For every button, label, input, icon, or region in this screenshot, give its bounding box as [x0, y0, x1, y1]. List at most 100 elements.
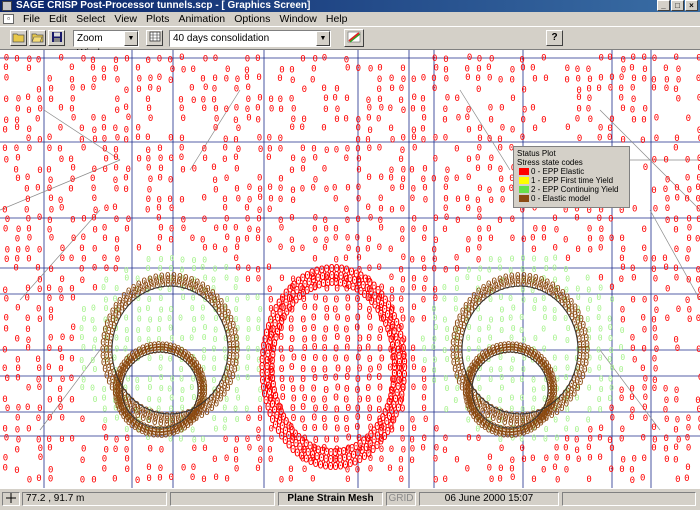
svg-text:0: 0 — [389, 206, 394, 216]
svg-text:0: 0 — [224, 454, 229, 464]
open-file-icon[interactable] — [29, 30, 46, 46]
close-button[interactable]: × — [685, 0, 698, 11]
svg-text:0: 0 — [334, 115, 339, 125]
svg-text:0: 0 — [510, 125, 515, 135]
menu-view[interactable]: View — [111, 12, 140, 26]
svg-text:0: 0 — [102, 464, 107, 474]
svg-text:0: 0 — [586, 285, 591, 294]
svg-text:0: 0 — [673, 85, 678, 95]
menu-options[interactable]: Options — [231, 12, 273, 26]
svg-text:0: 0 — [79, 324, 84, 333]
svg-text:0: 0 — [422, 264, 427, 274]
menu-file[interactable]: File — [20, 12, 43, 26]
svg-text:0: 0 — [377, 243, 382, 253]
svg-text:0: 0 — [15, 153, 20, 163]
svg-text:0: 0 — [653, 294, 658, 304]
svg-text:0: 0 — [234, 340, 240, 351]
svg-text:0: 0 — [466, 434, 471, 444]
svg-text:0: 0 — [521, 455, 526, 465]
svg-text:0: 0 — [322, 244, 327, 254]
svg-text:0: 0 — [674, 245, 679, 255]
svg-text:0: 0 — [412, 93, 417, 103]
svg-text:0: 0 — [433, 155, 438, 165]
color-palette-icon[interactable] — [344, 29, 364, 47]
svg-text:0: 0 — [312, 342, 318, 353]
svg-text:0: 0 — [674, 134, 679, 144]
menu-bar: ▫ File Edit Select View Plots Animation … — [0, 12, 700, 26]
svg-text:0: 0 — [212, 414, 217, 423]
svg-text:0: 0 — [390, 136, 395, 146]
grid-indicator[interactable]: GRID — [386, 492, 416, 506]
svg-text:0: 0 — [246, 353, 251, 362]
svg-text:0: 0 — [156, 203, 161, 213]
stage-select[interactable]: 40 days consolidation ▼ — [169, 30, 331, 47]
svg-text:0: 0 — [26, 134, 31, 144]
svg-text:0: 0 — [620, 263, 625, 273]
svg-text:0: 0 — [487, 186, 492, 196]
document-icon[interactable]: ▫ — [3, 14, 14, 24]
svg-text:0: 0 — [246, 113, 251, 123]
svg-text:0: 0 — [235, 415, 240, 424]
svg-text:0: 0 — [59, 54, 64, 64]
svg-text:0: 0 — [432, 84, 437, 94]
svg-text:0: 0 — [532, 74, 537, 84]
svg-text:0: 0 — [37, 404, 42, 414]
svg-text:0: 0 — [27, 476, 32, 486]
svg-text:0: 0 — [289, 213, 294, 223]
graphics-screen[interactable]: 0 0 0 0 0 0 0 0 0 0 0 0 0 0 0 0 0 0 0 0 0 0 0 0 0 0 0 0 0 0 0 0 0 0 0 0 0 0 0 0… — [0, 50, 700, 488]
svg-text:0: 0 — [432, 376, 437, 385]
svg-text:0: 0 — [477, 213, 482, 223]
svg-text:0: 0 — [697, 405, 700, 415]
svg-text:0: 0 — [576, 293, 581, 302]
svg-text:0: 0 — [675, 415, 680, 425]
help-label: ? — [551, 32, 557, 43]
save-icon[interactable] — [48, 30, 65, 46]
svg-text:0: 0 — [519, 326, 524, 335]
svg-text:0: 0 — [434, 425, 439, 435]
svg-text:0: 0 — [14, 466, 19, 476]
svg-text:0: 0 — [588, 115, 593, 125]
svg-text:0: 0 — [335, 313, 341, 324]
legend-entry: 0 - EPP Elastic — [517, 167, 626, 176]
svg-text:0: 0 — [443, 475, 448, 485]
svg-text:0: 0 — [190, 473, 195, 483]
svg-text:0: 0 — [181, 114, 186, 124]
svg-text:0: 0 — [499, 326, 504, 335]
chevron-down-icon[interactable]: ▼ — [316, 31, 330, 46]
svg-text:0: 0 — [564, 76, 569, 86]
svg-text:0: 0 — [225, 65, 230, 75]
minimize-button[interactable]: _ — [657, 0, 670, 11]
menu-edit[interactable]: Edit — [46, 12, 70, 26]
svg-text:0: 0 — [454, 145, 459, 155]
svg-text:0: 0 — [247, 225, 252, 235]
svg-text:0: 0 — [60, 375, 65, 385]
app-icon — [2, 1, 12, 11]
svg-text:0: 0 — [432, 366, 437, 375]
table-icon[interactable] — [146, 30, 163, 46]
svg-text:0: 0 — [443, 374, 448, 383]
svg-text:0: 0 — [552, 382, 558, 393]
menu-window[interactable]: Window — [276, 12, 319, 26]
svg-text:0: 0 — [445, 384, 450, 393]
svg-text:0: 0 — [345, 183, 350, 193]
svg-text:0: 0 — [619, 93, 624, 103]
menu-animation[interactable]: Animation — [175, 12, 228, 26]
svg-text:0: 0 — [687, 223, 692, 233]
zoom-select[interactable]: Zoom Window ▼ — [73, 30, 139, 47]
svg-text:0: 0 — [80, 333, 85, 342]
status-plot-mesh[interactable]: 0 0 0 0 0 0 0 0 0 0 0 0 0 0 0 0 0 0 0 0 0 0 0 0 0 0 0 0 0 0 0 0 0 0 0 0 0 0 0 0… — [0, 50, 700, 488]
help-icon[interactable]: ? — [546, 30, 563, 46]
menu-plots[interactable]: Plots — [143, 12, 172, 26]
svg-text:0: 0 — [212, 74, 217, 84]
open-folder-icon[interactable] — [10, 30, 27, 46]
maximize-button[interactable]: □ — [671, 0, 684, 11]
chevron-down-icon[interactable]: ▼ — [124, 31, 138, 46]
svg-text:0: 0 — [420, 95, 425, 105]
menu-help[interactable]: Help — [323, 12, 351, 26]
svg-text:0: 0 — [313, 236, 318, 246]
svg-text:0: 0 — [399, 183, 404, 193]
menu-select[interactable]: Select — [73, 12, 108, 26]
svg-text:0: 0 — [92, 344, 97, 353]
svg-text:0: 0 — [114, 244, 119, 254]
svg-text:0: 0 — [676, 305, 681, 315]
